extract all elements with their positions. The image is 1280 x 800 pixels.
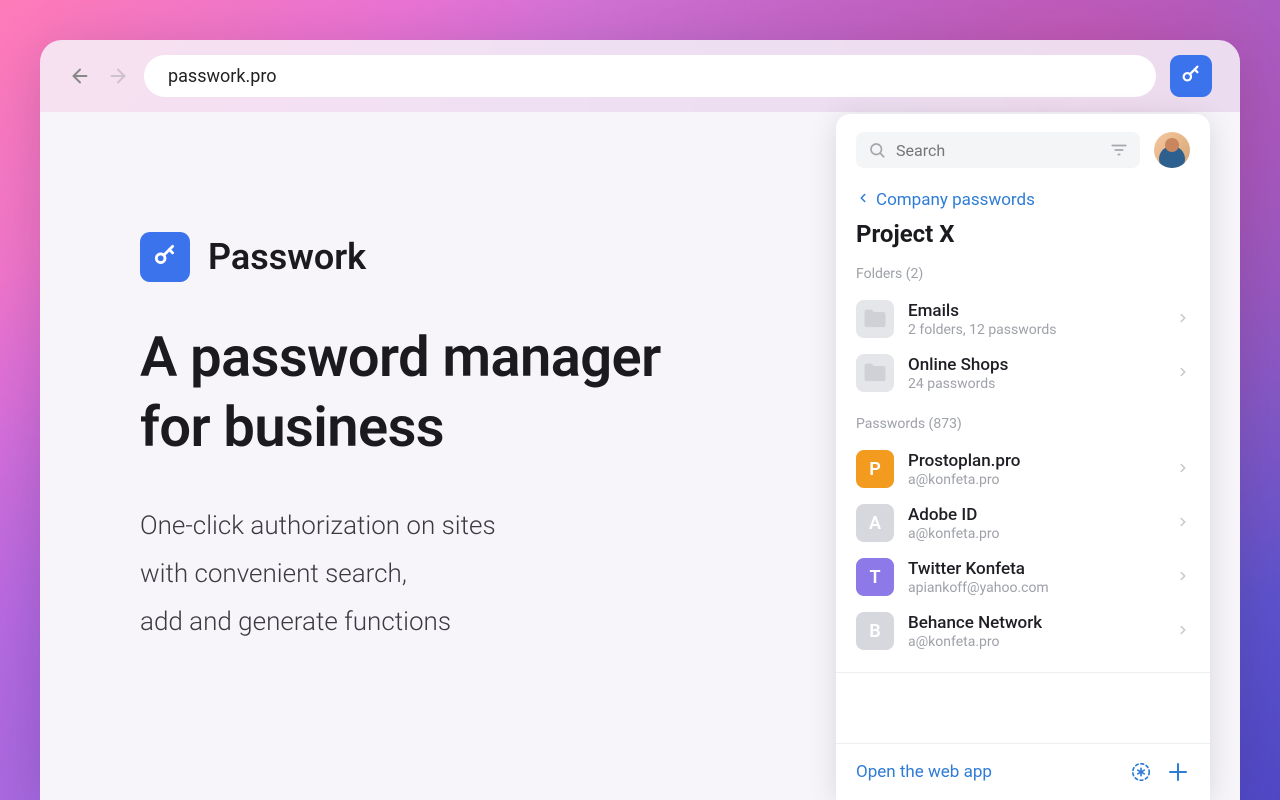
chevron-left-icon (856, 190, 870, 210)
key-icon (1180, 63, 1202, 89)
browser-window: Passwork A password manager for business… (40, 40, 1240, 800)
panel-header (836, 114, 1210, 182)
folder-sub: 24 passwords (908, 376, 1162, 392)
search-box[interactable] (856, 132, 1140, 168)
password-row[interactable]: A Adobe ID a@konfeta.pro (856, 496, 1190, 550)
page-title: Project X (836, 216, 1210, 262)
password-sub: apiankoff@yahoo.com (908, 580, 1162, 596)
search-input[interactable] (896, 141, 1100, 160)
breadcrumb[interactable]: Company passwords (836, 182, 1210, 216)
chevron-right-icon (1176, 310, 1190, 329)
site-icon: P (856, 450, 894, 488)
filter-icon[interactable] (1110, 141, 1128, 159)
password-row[interactable]: P Prostoplan.pro a@konfeta.pro (856, 442, 1190, 496)
search-icon (868, 141, 886, 159)
folder-name: Online Shops (908, 355, 1162, 375)
open-webapp-link[interactable]: Open the web app (856, 762, 1116, 782)
password-sub: a@konfeta.pro (908, 472, 1162, 488)
subheadline: One-click authorization on sites with co… (140, 502, 820, 646)
folder-icon (856, 300, 894, 338)
password-name: Adobe ID (908, 505, 1162, 525)
brand-name: Passwork (208, 236, 366, 278)
avatar[interactable] (1154, 132, 1190, 168)
hero: Passwork A password manager for business… (140, 232, 820, 646)
forward-button[interactable] (106, 64, 130, 88)
chevron-right-icon (1176, 460, 1190, 479)
panel-footer: Open the web app (836, 743, 1210, 800)
page-content: Passwork A password manager for business… (40, 112, 1240, 800)
back-button[interactable] (68, 64, 92, 88)
breadcrumb-label: Company passwords (876, 190, 1035, 210)
password-row[interactable]: T Twitter Konfeta apiankoff@yahoo.com (856, 550, 1190, 604)
password-name: Twitter Konfeta (908, 559, 1162, 579)
generate-icon[interactable] (1130, 761, 1152, 783)
extension-panel: Company passwords Project X Folders (2) … (836, 114, 1210, 800)
folder-sub: 2 folders, 12 passwords (908, 322, 1162, 338)
panel-scroll[interactable]: Folders (2) Emails 2 folders, 12 passwor… (836, 262, 1210, 743)
password-row[interactable]: B Behance Network a@konfeta.pro (856, 604, 1190, 658)
brand-logo (140, 232, 190, 282)
passwords-label: Passwords (873) (856, 400, 1190, 442)
chevron-right-icon (1176, 514, 1190, 533)
folder-icon (856, 354, 894, 392)
folder-row[interactable]: Online Shops 24 passwords (856, 346, 1190, 400)
add-icon[interactable] (1166, 760, 1190, 784)
password-name: Behance Network (908, 613, 1162, 633)
browser-toolbar (40, 40, 1240, 112)
brand: Passwork (140, 232, 820, 282)
folders-label: Folders (2) (856, 262, 1190, 292)
password-sub: a@konfeta.pro (908, 526, 1162, 542)
key-icon (152, 242, 178, 272)
chevron-right-icon (1176, 568, 1190, 587)
site-icon: A (856, 504, 894, 542)
password-name: Prostoplan.pro (908, 451, 1162, 471)
divider (836, 672, 1210, 673)
folder-name: Emails (908, 301, 1162, 321)
chevron-right-icon (1176, 364, 1190, 383)
url-input[interactable] (144, 55, 1156, 97)
chevron-right-icon (1176, 622, 1190, 641)
site-icon: B (856, 612, 894, 650)
site-icon: T (856, 558, 894, 596)
folder-row[interactable]: Emails 2 folders, 12 passwords (856, 292, 1190, 346)
headline: A password manager for business (140, 322, 820, 462)
password-sub: a@konfeta.pro (908, 634, 1162, 650)
extension-button[interactable] (1170, 55, 1212, 97)
